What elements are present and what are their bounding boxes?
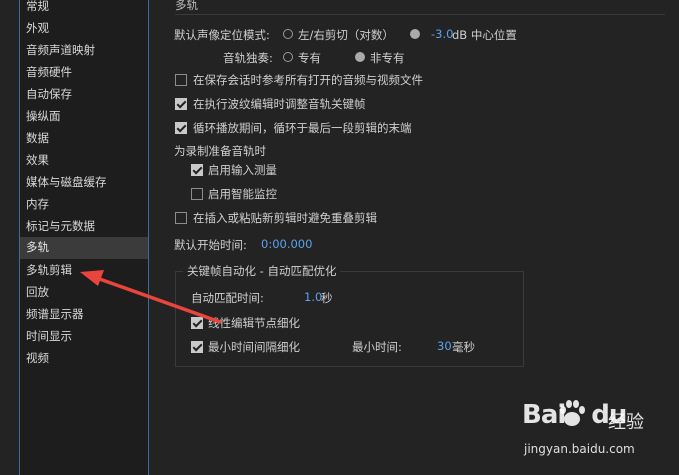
sidebar-item-multitrack[interactable]: 多轨 [20, 237, 148, 259]
loop-end-label[interactable]: 循环播放期间，循环于最后一段剪辑的末端 [193, 120, 412, 136]
track-solo-exclusive-radio[interactable] [283, 52, 293, 62]
keyframe-automation-legend: 关键帧自动化 - 自动匹配优化 [183, 263, 341, 279]
jingyan-url: jingyan.baidu.com [524, 442, 635, 456]
sidebar-item-audio-hardware[interactable]: 音频硬件 [20, 62, 148, 84]
paw-icon [560, 400, 585, 426]
default-start-label: 默认开始时间: [174, 238, 247, 252]
sidebar-item-data[interactable]: 数据 [20, 128, 148, 150]
adjust-keyframes-checkbox[interactable] [175, 98, 187, 110]
min-interval-refine-label[interactable]: 最小时间间隔细化 [208, 339, 300, 355]
sidebar-item-multitrack-clips[interactable]: 多轨剪辑 [20, 260, 148, 282]
auto-match-time-unit: 秒 [321, 291, 333, 305]
save-refs-checkbox[interactable] [175, 74, 187, 86]
sidebar-item-effects[interactable]: 效果 [20, 150, 148, 172]
section-title: 多轨 [175, 0, 198, 12]
track-solo-label: 音轨独奏: [223, 51, 273, 65]
sidebar-item-media-cache[interactable]: 媒体与磁盘缓存 [20, 172, 148, 194]
min-time-label: 最小时间: [352, 340, 402, 354]
min-time-value[interactable]: 30 [437, 339, 452, 353]
pan-mode-center-radio[interactable] [410, 29, 420, 39]
min-time-unit: 毫秒 [452, 340, 475, 354]
input-meter-checkbox[interactable] [191, 164, 203, 176]
sidebar-item-memory[interactable]: 内存 [20, 194, 148, 216]
sidebar-item-general[interactable]: 常规 [20, 0, 148, 18]
smart-monitor-checkbox[interactable] [191, 188, 203, 200]
avoid-overlap-checkbox[interactable] [175, 212, 187, 224]
sidebar-item-playback[interactable]: 回放 [20, 282, 148, 304]
track-solo-exclusive-label[interactable]: 专有 [298, 50, 321, 66]
linear-edit-refine-checkbox[interactable] [191, 317, 203, 329]
track-solo-non-exclusive-label[interactable]: 非专有 [370, 50, 405, 66]
sidebar-item-audio-channel-mapping[interactable]: 音频声道映射 [20, 40, 148, 62]
sidebar-item-auto-save[interactable]: 自动保存 [20, 84, 148, 106]
linear-edit-refine-label[interactable]: 线性编辑节点细化 [208, 315, 300, 331]
input-meter-label[interactable]: 启用输入测量 [208, 162, 277, 178]
min-interval-refine-checkbox[interactable] [191, 341, 203, 353]
save-refs-label[interactable]: 在保存会话时参考所有打开的音频与视频文件 [193, 72, 423, 88]
sidebar-item-markers-metadata[interactable]: 标记与元数据 [20, 216, 148, 238]
preferences-sidebar: 常规 外观 音频声道映射 音频硬件 自动保存 操纵面 数据 效果 媒体与磁盘缓存… [20, 0, 149, 475]
jingyan-name: 经验 [608, 412, 644, 433]
track-solo-non-exclusive-radio[interactable] [355, 52, 365, 62]
window-left-edge [0, 0, 20, 475]
loop-end-checkbox[interactable] [175, 122, 187, 134]
sidebar-item-spectral-display[interactable]: 频谱显示器 [20, 304, 148, 326]
pan-mode-left-right-radio[interactable] [283, 29, 293, 39]
default-start-value[interactable]: 0:00.000 [261, 237, 312, 251]
record-prep-heading: 为录制准备音轨时 [174, 144, 266, 158]
avoid-overlap-label[interactable]: 在插入或粘贴新剪辑时避免重叠剪辑 [193, 210, 377, 226]
sidebar-item-time-display[interactable]: 时间显示 [20, 326, 148, 348]
section-divider [175, 14, 665, 15]
adjust-keyframes-label[interactable]: 在执行波纹编辑时调整音轨关键帧 [193, 96, 366, 112]
smart-monitor-label[interactable]: 启用智能监控 [208, 186, 277, 202]
sidebar-item-video[interactable]: 视频 [20, 348, 148, 370]
sidebar-item-appearance[interactable]: 外观 [20, 18, 148, 40]
auto-match-time-label: 自动匹配时间: [191, 291, 264, 305]
pan-mode-label: 默认声像定位模式: [174, 28, 270, 42]
sidebar-item-control-surface[interactable]: 操纵面 [20, 106, 148, 128]
baidu-jingyan-watermark: Bai du 经验 jingyan.baidu.com [520, 396, 670, 468]
auto-match-time-value[interactable]: 1.0 [304, 290, 322, 304]
pan-center-value[interactable]: -3.0 [431, 27, 453, 41]
pan-center-unit-label: dB 中心位置 [452, 28, 517, 42]
pan-mode-left-right-label[interactable]: 左/右剪切（对数） [298, 27, 394, 43]
